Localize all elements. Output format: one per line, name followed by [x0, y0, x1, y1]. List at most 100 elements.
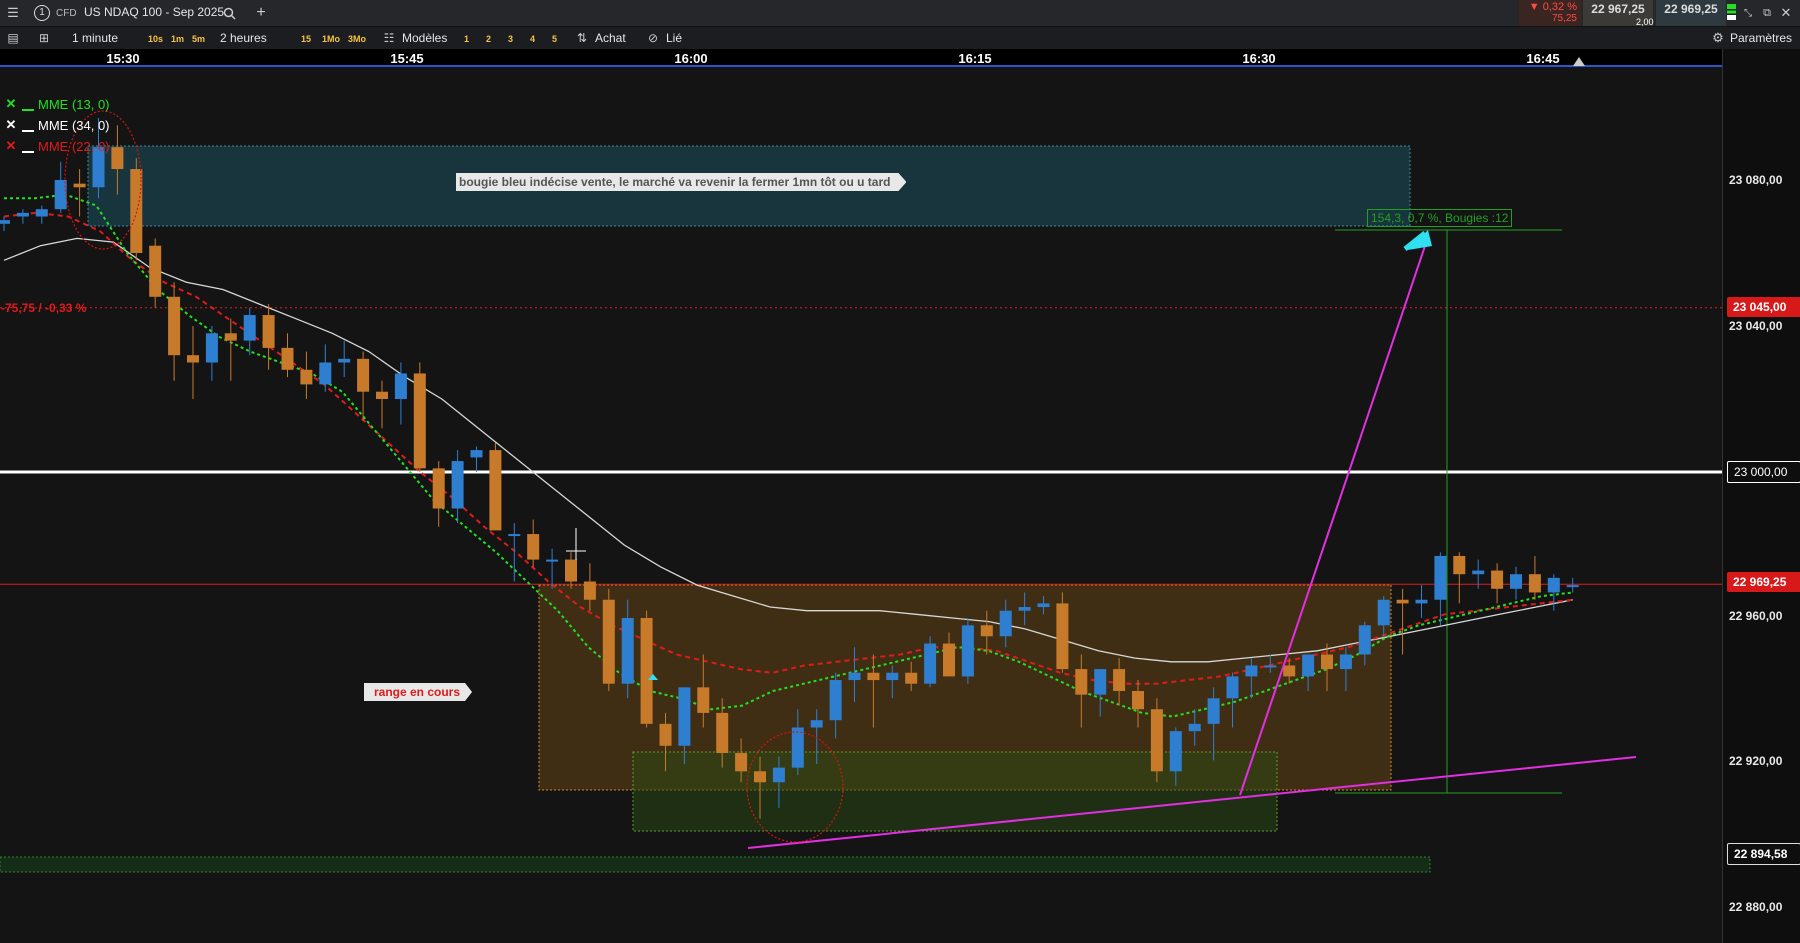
bullish-candle[interactable]: [1245, 665, 1258, 677]
bearish-candle[interactable]: [716, 712, 729, 754]
bullish-candle[interactable]: [1358, 625, 1371, 655]
bearish-candle[interactable]: [168, 296, 181, 356]
measure-label[interactable]: 154,3, 0,7 %, Bougies :12: [1367, 209, 1513, 227]
bullish-candle[interactable]: [1226, 676, 1239, 699]
remove-indicator-icon[interactable]: ✕: [4, 138, 18, 153]
visibility-icon[interactable]: [22, 139, 34, 153]
bearish-candle[interactable]: [659, 723, 672, 746]
level-price-box[interactable]: 23 000,00: [1727, 461, 1800, 483]
bullish-candle[interactable]: [772, 767, 785, 783]
bearish-candle[interactable]: [413, 373, 426, 469]
bullish-candle[interactable]: [924, 643, 937, 684]
bearish-candle[interactable]: [602, 599, 615, 684]
duration-1mo[interactable]: 1Mo: [317, 31, 345, 47]
price-axis[interactable]: 23 080,00 23 040,00 22 960,00 22 920,00 …: [1722, 49, 1800, 943]
remove-indicator-icon[interactable]: ✕: [4, 96, 18, 111]
bullish-candle[interactable]: [470, 450, 483, 458]
bullish-candle[interactable]: [54, 180, 67, 210]
bearish-candle[interactable]: [1056, 603, 1069, 670]
list-icon[interactable]: ▤: [3, 28, 23, 48]
bullish-candle[interactable]: [1547, 577, 1560, 593]
add-tab-icon[interactable]: +: [251, 3, 271, 23]
bearish-candle[interactable]: [905, 672, 918, 684]
bearish-candle[interactable]: [187, 355, 199, 363]
bearish-candle[interactable]: [300, 369, 313, 385]
bearish-candle[interactable]: [1113, 669, 1126, 691]
bullish-candle[interactable]: [1188, 723, 1201, 732]
alert-price-box[interactable]: 23 045,00: [1727, 297, 1800, 317]
bearish-candle[interactable]: [527, 534, 540, 560]
bullish-candle[interactable]: [1472, 570, 1485, 575]
bullish-candle[interactable]: [319, 362, 332, 385]
popout-icon[interactable]: ⧉: [1757, 3, 1777, 23]
bearish-candle[interactable]: [281, 347, 294, 370]
close-icon[interactable]: ✕: [1776, 3, 1796, 23]
bearish-candle[interactable]: [735, 753, 748, 772]
bullish-candle[interactable]: [508, 534, 521, 537]
instrument-count-badge[interactable]: 1: [34, 5, 50, 21]
bullish-candle[interactable]: [848, 672, 861, 681]
bearish-candle[interactable]: [357, 358, 370, 392]
bearish-candle[interactable]: [1150, 709, 1163, 772]
ask-button[interactable]: 22 969,25: [1656, 0, 1726, 26]
template-slot-4[interactable]: 4: [525, 31, 540, 47]
low-price-box[interactable]: 22 894,58: [1727, 843, 1800, 865]
bullish-candle[interactable]: [961, 625, 974, 677]
scroll-to-latest-icon[interactable]: [1573, 57, 1585, 66]
bearish-candle[interactable]: [640, 618, 653, 724]
bullish-candle[interactable]: [1377, 599, 1390, 626]
menu-icon[interactable]: ☰: [3, 3, 23, 23]
bearish-candle[interactable]: [73, 183, 86, 188]
layout-icon[interactable]: ⊞: [34, 28, 54, 48]
search-icon[interactable]: [219, 3, 239, 23]
bearish-candle[interactable]: [1453, 555, 1466, 575]
bearish-candle[interactable]: [943, 643, 955, 677]
bullish-candle[interactable]: [394, 373, 407, 399]
bullish-candle[interactable]: [16, 212, 29, 217]
price-chart[interactable]: [0, 67, 1722, 943]
bullish-candle[interactable]: [1434, 555, 1447, 600]
bullish-candle[interactable]: [829, 680, 842, 721]
bearish-candle[interactable]: [1528, 574, 1541, 593]
bullish-candle[interactable]: [243, 315, 256, 341]
timeframe-10s[interactable]: 10s: [143, 31, 168, 47]
legend-ema-22[interactable]: ✕ MME (22, 0): [4, 137, 110, 155]
bullish-candle[interactable]: [791, 727, 804, 768]
settings-icon[interactable]: ⚙: [1708, 28, 1728, 48]
bullish-candle[interactable]: [1566, 585, 1579, 588]
bullish-candle[interactable]: [1037, 603, 1050, 608]
bullish-candle[interactable]: [678, 687, 691, 746]
bullish-candle[interactable]: [338, 358, 351, 363]
bullish-candle[interactable]: [1415, 599, 1428, 604]
bearish-candle[interactable]: [1396, 599, 1409, 604]
bullish-candle[interactable]: [1264, 665, 1277, 668]
bearish-candle[interactable]: [583, 581, 596, 600]
link-icon[interactable]: ⊘: [643, 28, 663, 48]
bearish-candle[interactable]: [867, 672, 880, 681]
bullish-candle[interactable]: [1339, 654, 1352, 670]
bullish-candle[interactable]: [1018, 607, 1031, 611]
timeframe-5m[interactable]: 5m: [187, 31, 210, 47]
bearish-candle[interactable]: [376, 391, 388, 399]
low-zone-rect[interactable]: [0, 856, 1431, 873]
bullish-candle[interactable]: [546, 559, 559, 562]
template-slot-1[interactable]: 1: [459, 31, 474, 47]
link-button[interactable]: Lié: [666, 31, 682, 45]
duration-3mo[interactable]: 3Mo: [343, 31, 371, 47]
legend-ema-13[interactable]: ✕ MME (13, 0): [4, 95, 110, 113]
bullish-candle[interactable]: [621, 618, 634, 684]
bearish-candle[interactable]: [111, 147, 124, 170]
bullish-candle[interactable]: [1510, 574, 1522, 589]
bullish-candle[interactable]: [999, 610, 1012, 637]
bearish-candle[interactable]: [262, 315, 275, 348]
bearish-candle[interactable]: [149, 245, 162, 297]
bullish-candle[interactable]: [205, 333, 218, 363]
visibility-icon[interactable]: [22, 97, 34, 111]
bearish-candle[interactable]: [1321, 654, 1333, 670]
bullish-candle[interactable]: [810, 720, 823, 728]
templates-button[interactable]: Modèles: [402, 31, 447, 45]
minimize-icon[interactable]: ⤡: [1738, 3, 1758, 23]
duration-select[interactable]: 2 heures: [220, 31, 267, 45]
bullish-candle[interactable]: [1302, 654, 1315, 677]
bullish-candle[interactable]: [0, 220, 10, 224]
